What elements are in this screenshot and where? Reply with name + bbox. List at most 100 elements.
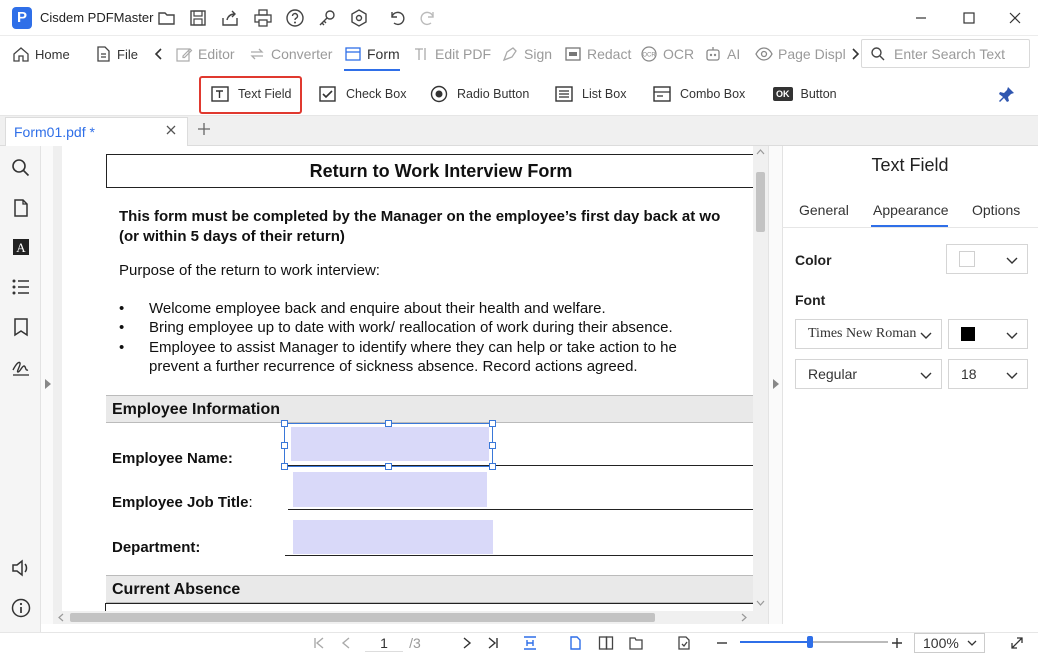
resize-handle[interactable] xyxy=(281,463,288,470)
font-color-picker[interactable] xyxy=(948,319,1028,349)
home-menu[interactable]: Home xyxy=(12,36,70,72)
next-page-button[interactable] xyxy=(458,634,476,652)
converter-menu[interactable]: Converter xyxy=(248,36,332,72)
department-field[interactable] xyxy=(293,520,493,554)
department-line xyxy=(285,555,765,556)
resize-handle[interactable] xyxy=(385,420,392,427)
search-input[interactable] xyxy=(894,45,1024,62)
info-icon[interactable] xyxy=(10,597,32,619)
search-icon xyxy=(871,46,885,60)
resize-handle[interactable] xyxy=(489,420,496,427)
page-thumbnail-icon[interactable] xyxy=(10,197,32,219)
zoom-level-select[interactable]: 100% xyxy=(914,633,985,653)
fullscreen-button[interactable] xyxy=(1008,634,1026,652)
scroll-view-button[interactable] xyxy=(627,634,645,652)
add-tab-icon[interactable] xyxy=(196,121,212,137)
text-field-tool[interactable]: Text Field xyxy=(210,76,292,112)
vertical-scroll-thumb[interactable] xyxy=(756,172,765,232)
help-icon[interactable] xyxy=(285,8,305,28)
ok-button-icon: OK xyxy=(773,87,793,101)
maximize-button[interactable] xyxy=(946,0,992,36)
combo-box-tool[interactable]: Combo Box xyxy=(652,76,745,112)
redact-menu[interactable]: Redact xyxy=(564,36,631,72)
radio-button-tool[interactable]: Radio Button xyxy=(429,76,529,112)
zoom-slider-thumb[interactable] xyxy=(807,636,813,648)
tab-options[interactable]: Options xyxy=(972,202,1020,218)
scroll-up-icon[interactable] xyxy=(756,148,765,156)
editor-menu[interactable]: Editor xyxy=(175,36,235,72)
active-tab-indicator xyxy=(871,225,948,227)
scroll-left-icon[interactable] xyxy=(57,613,65,622)
left-panel-toggle[interactable] xyxy=(41,146,53,624)
resize-handle[interactable] xyxy=(385,463,392,470)
ocr-icon: OCR xyxy=(641,46,657,62)
tab-appearance[interactable]: Appearance xyxy=(873,202,949,218)
scroll-right-icon[interactable] xyxy=(740,613,748,622)
toolbar-scroll-left[interactable] xyxy=(150,36,168,72)
ocr-menu[interactable]: OCR OCR xyxy=(640,36,694,72)
open-folder-icon[interactable] xyxy=(157,8,177,28)
undo-icon[interactable] xyxy=(387,8,407,28)
key-icon[interactable] xyxy=(317,8,337,28)
job-title-label: Employee Job Title: xyxy=(112,494,253,511)
zoom-in-button[interactable] xyxy=(889,634,905,652)
list-box-tool[interactable]: List Box xyxy=(554,76,626,112)
page-number-input[interactable]: 1 xyxy=(365,634,403,652)
font-size-select[interactable]: 18 xyxy=(948,359,1028,389)
close-window-button[interactable] xyxy=(992,0,1038,36)
selection-box[interactable] xyxy=(281,420,496,470)
resize-handle[interactable] xyxy=(281,442,288,449)
document-tab[interactable]: Form01.pdf * xyxy=(5,117,188,146)
settings-icon[interactable] xyxy=(349,8,369,28)
file-menu[interactable]: File xyxy=(94,36,138,72)
resize-handle[interactable] xyxy=(281,420,288,427)
signature-icon[interactable] xyxy=(10,356,32,378)
save-icon[interactable] xyxy=(188,8,208,28)
first-page-button[interactable] xyxy=(310,634,328,652)
chevron-down-icon xyxy=(967,640,977,646)
ai-menu[interactable]: AI xyxy=(704,36,740,72)
form-menu[interactable]: Form xyxy=(344,36,400,72)
close-tab-icon[interactable] xyxy=(165,124,177,136)
resize-handle[interactable] xyxy=(489,442,496,449)
outline-list-icon[interactable] xyxy=(10,276,32,298)
search-box[interactable] xyxy=(861,39,1030,68)
zoom-out-button[interactable] xyxy=(714,634,730,652)
edit-pdf-menu[interactable]: Edit PDF xyxy=(412,36,491,72)
color-picker[interactable] xyxy=(946,244,1028,274)
properties-title: Text Field xyxy=(871,155,949,175)
share-icon[interactable] xyxy=(220,8,240,28)
check-box-tool[interactable]: Check Box xyxy=(318,76,406,112)
search-icon[interactable] xyxy=(10,157,32,179)
prev-page-button[interactable] xyxy=(337,634,355,652)
speaker-icon[interactable] xyxy=(10,557,32,579)
single-page-view-button[interactable] xyxy=(566,634,584,652)
font-family-select[interactable]: Times New Roman xyxy=(795,319,942,349)
bookmark-icon[interactable] xyxy=(10,316,32,338)
font-style-select[interactable]: Regular xyxy=(795,359,942,389)
pin-icon[interactable] xyxy=(996,85,1016,105)
job-title-field[interactable] xyxy=(293,472,487,507)
first-page-icon xyxy=(314,637,324,649)
tab-general[interactable]: General xyxy=(799,202,849,218)
annotation-icon[interactable]: A xyxy=(10,236,32,258)
right-panel-toggle[interactable] xyxy=(768,146,782,624)
redo-icon[interactable] xyxy=(418,8,438,28)
expand-icon xyxy=(1011,637,1023,649)
print-icon[interactable] xyxy=(253,8,273,28)
scroll-down-icon[interactable] xyxy=(756,599,765,607)
horizontal-scroll-thumb[interactable] xyxy=(70,613,655,622)
page-display-menu[interactable]: Page Displ xyxy=(755,36,846,72)
button-tool[interactable]: OK Button xyxy=(773,76,837,112)
radio-button-label: Radio Button xyxy=(457,87,530,101)
extract-page-button[interactable] xyxy=(675,634,693,652)
minimize-button[interactable] xyxy=(898,0,944,36)
two-page-view-button[interactable] xyxy=(597,634,615,652)
zoom-level-value: 100% xyxy=(923,635,959,651)
resize-handle[interactable] xyxy=(489,463,496,470)
fit-height-button[interactable] xyxy=(520,634,540,652)
radio-icon xyxy=(430,85,448,103)
color-swatch xyxy=(959,251,975,267)
last-page-button[interactable] xyxy=(484,634,502,652)
sign-menu[interactable]: Sign xyxy=(501,36,552,72)
